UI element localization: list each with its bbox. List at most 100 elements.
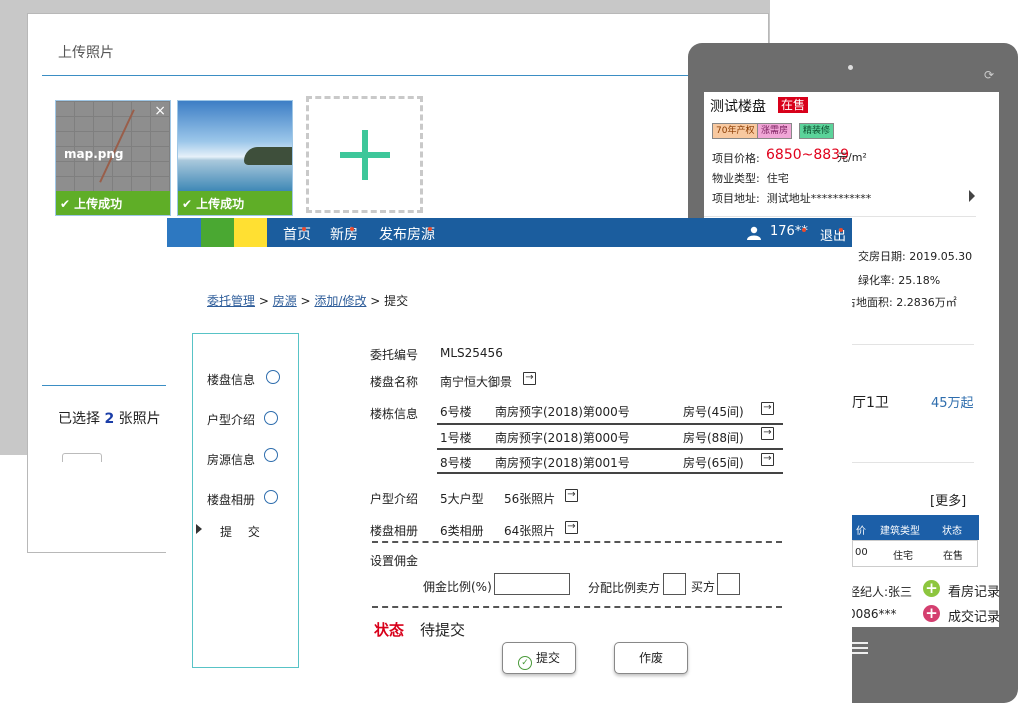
- building-rooms: 房号(45间): [683, 405, 744, 419]
- upload-status: 上传成功: [74, 197, 123, 211]
- check-circle-icon: [264, 411, 278, 425]
- submit-button-label: 提交: [535, 651, 560, 665]
- more-link[interactable]: [更多]: [930, 490, 966, 509]
- check-circle-icon: ✓: [517, 656, 532, 670]
- estate-name-label: 楼盘名称: [370, 375, 419, 389]
- step-listing-info[interactable]: 房源信息: [207, 451, 255, 468]
- goto-icon[interactable]: →: [565, 489, 578, 502]
- step-estate-album[interactable]: 楼盘相册: [207, 491, 255, 508]
- building-divider: [437, 448, 783, 450]
- divider: [704, 216, 976, 217]
- upload-status: 上传成功: [196, 197, 245, 211]
- layout-count: 5大户型: [440, 492, 484, 506]
- nav-marker: [302, 227, 306, 231]
- property-type-label: 物业类型:: [712, 172, 760, 185]
- entrust-no-label: 委托编号: [370, 348, 419, 362]
- tag-decoration: 精装修: [799, 123, 835, 139]
- lake-island: [244, 147, 292, 165]
- tag-property-right: 70年产权: [712, 123, 759, 139]
- plus-icon-vertical: [362, 130, 368, 180]
- nav-marker: [350, 227, 354, 231]
- rotate-icon[interactable]: ⟳: [984, 68, 994, 82]
- divider: [848, 462, 974, 463]
- commission-ratio-input[interactable]: [494, 573, 570, 595]
- breadcrumb: 委托管理 > 房源 > 添加/修改 > 提交: [207, 294, 409, 308]
- selected-prefix: 已选择: [58, 411, 100, 427]
- check-icon: ✔: [60, 197, 71, 211]
- table-cell-status: 在售: [943, 551, 963, 562]
- upload-success-bar: ✔ 上传成功: [56, 191, 170, 215]
- tag-demand: 涨需房: [757, 123, 793, 139]
- background-strip: [27, 0, 769, 12]
- current-step-arrow-icon: [196, 524, 202, 534]
- starting-price: 45万起: [931, 396, 974, 411]
- logo-block-green: [201, 218, 234, 247]
- commission-label: 设置佣金: [370, 554, 419, 568]
- viewing-record-button[interactable]: 看房记录: [948, 581, 1000, 600]
- void-button[interactable]: 作废: [614, 642, 688, 674]
- chevron-right-icon[interactable]: [969, 190, 975, 202]
- upload-button[interactable]: [62, 453, 102, 462]
- seller-split-label: 分配比例卖方: [588, 581, 661, 595]
- photo-thumbnail-map[interactable]: map.png × ✔ 上传成功: [55, 100, 171, 216]
- address-label: 项目地址:: [712, 192, 760, 205]
- album-count: 6类相册: [440, 524, 484, 538]
- on-sale-badge: 在售: [778, 97, 809, 113]
- close-icon[interactable]: ×: [154, 103, 166, 119]
- agent-name: 经纪人:张三: [848, 585, 913, 599]
- building-rooms: 房号(88间): [683, 431, 744, 445]
- nav-new-house[interactable]: 新房: [330, 224, 358, 244]
- buyer-split-label: 买方: [691, 580, 716, 594]
- status-label: 状态: [374, 621, 405, 639]
- breadcrumb-edit[interactable]: 添加/修改: [314, 294, 366, 308]
- building-permit: 南房预字(2018)第000号: [495, 431, 630, 445]
- table-cell-type: 住宅: [893, 551, 913, 562]
- goto-icon[interactable]: →: [565, 521, 578, 534]
- plus-circle-icon[interactable]: +: [923, 605, 940, 622]
- submit-button[interactable]: ✓ 提交: [502, 642, 576, 674]
- layout-label: 户型介绍: [370, 492, 419, 506]
- seller-split-input[interactable]: [663, 573, 686, 595]
- table-header-status: 状态: [942, 526, 962, 537]
- check-circle-icon: [264, 490, 278, 504]
- camera-icon: [848, 65, 853, 70]
- deal-record-button[interactable]: 成交记录: [948, 606, 1000, 625]
- check-circle-icon: [266, 370, 280, 384]
- step-estate-info[interactable]: 楼盘信息: [207, 371, 255, 388]
- goto-icon[interactable]: →: [761, 427, 774, 440]
- upload-dialog-title: 上传照片: [58, 45, 114, 61]
- project-address[interactable]: 项目地址: 测试地址***********: [712, 190, 871, 206]
- dashed-divider: [372, 606, 782, 608]
- layout-text: 厅1卫: [852, 395, 889, 411]
- selected-count-text: 已选择 2 张照片: [58, 408, 161, 428]
- goto-icon[interactable]: →: [761, 453, 774, 466]
- step-submit[interactable]: 提 交: [220, 523, 266, 540]
- buyer-split-input[interactable]: [717, 573, 740, 595]
- building-name: 8号楼: [440, 456, 472, 470]
- nav-marker: [428, 227, 432, 231]
- building-name: 6号楼: [440, 405, 472, 419]
- table-cell-price: 00: [855, 547, 868, 558]
- photo-filename: map.png: [64, 147, 124, 161]
- breadcrumb-listing[interactable]: 房源: [273, 294, 297, 308]
- building-permit: 南房预字(2018)第000号: [495, 405, 630, 419]
- green-rate: 绿化率: 25.18%: [858, 274, 941, 287]
- goto-icon[interactable]: →: [761, 402, 774, 415]
- user-icon: [746, 226, 762, 243]
- layout-photos: 56张照片: [504, 492, 556, 506]
- dashed-divider: [372, 541, 782, 543]
- nav-marker: [802, 228, 806, 232]
- menu-icon[interactable]: [852, 642, 868, 657]
- goto-icon[interactable]: →: [523, 372, 536, 385]
- nav-publish-listing[interactable]: 发布房源: [379, 224, 435, 244]
- plus-circle-icon[interactable]: +: [923, 580, 940, 597]
- status-value: 待提交: [420, 621, 466, 639]
- table-header-building-type: 建筑类型: [880, 526, 920, 537]
- step-layout-intro[interactable]: 户型介绍: [207, 411, 255, 428]
- upload-footer-divider: [42, 385, 166, 386]
- breadcrumb-entrust[interactable]: 委托管理: [207, 294, 255, 308]
- check-circle-icon: [264, 448, 278, 462]
- nav-home[interactable]: 首页: [283, 224, 311, 244]
- building-name: 1号楼: [440, 431, 472, 445]
- photo-thumbnail-lake[interactable]: ✔ 上传成功: [177, 100, 293, 216]
